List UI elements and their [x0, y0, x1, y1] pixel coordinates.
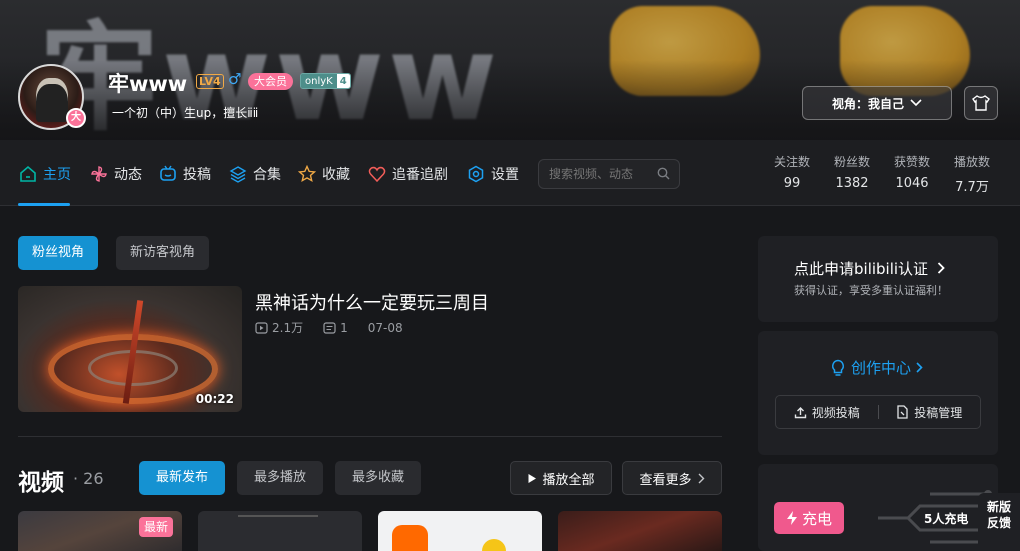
video-duration: 00:22 — [195, 392, 234, 406]
stat-label: 关注数 — [773, 155, 810, 169]
new-badge: 最新 — [139, 517, 174, 537]
feedback-button[interactable]: 新版 反馈 — [978, 493, 1020, 551]
stat-value: 1046 — [895, 176, 929, 191]
charge-card: 充电 5人充电 — [758, 464, 998, 551]
play-all-label: 播放全部 — [542, 472, 595, 488]
tab-latest[interactable]: 最新发布 — [139, 461, 225, 495]
male-icon: ♂ — [228, 70, 242, 88]
xiaomi-logo — [392, 525, 428, 551]
featured-video-meta: 2.1万 1 07-08 — [255, 319, 403, 336]
home-icon — [20, 165, 36, 182]
pinwheel-icon — [91, 166, 107, 182]
stat-label: 粉丝数 — [833, 155, 870, 169]
comment-count: 1 — [340, 320, 348, 335]
settings-icon — [468, 165, 484, 183]
nav-item-label: 收藏 — [322, 167, 350, 183]
featured-video-thumbnail[interactable]: 00:22 — [18, 286, 242, 412]
level-badge[interactable]: LV4 — [196, 74, 224, 89]
tab-most-favorited[interactable]: 最多收藏 — [335, 461, 421, 495]
stat-value: 1382 — [835, 176, 869, 191]
medal-level: 4 — [336, 74, 350, 88]
creator-card: 创作中心 视频投稿 投稿管理 — [758, 331, 998, 455]
medal-name: onlyK — [301, 74, 337, 88]
star-icon — [298, 165, 316, 183]
stat-label: 播放数 — [953, 155, 990, 169]
nav-item-upload[interactable]: 投稿 — [159, 164, 211, 184]
avatar-vip-badge: 大 — [66, 108, 86, 128]
nav-item-collection[interactable]: 合集 — [229, 164, 281, 184]
creator-center-link[interactable]: 创作中心 — [830, 357, 923, 378]
chevron-right-icon — [916, 362, 923, 373]
vip-tag[interactable]: 大会员 — [248, 73, 293, 90]
avatar-figure — [36, 78, 68, 122]
videos-section-title[interactable]: 视频 — [18, 463, 64, 497]
video-card-thumbnail[interactable] — [198, 511, 362, 551]
nav-item-dynamic[interactable]: 动态 — [90, 164, 142, 184]
publish-date: 07-08 — [367, 320, 403, 335]
user-sign[interactable]: 一个初（中）生up，擅长ⅱⅱ — [112, 104, 258, 121]
nav-item-label: 投稿 — [183, 167, 211, 183]
nav-item-bangumi[interactable]: 追番追剧 — [368, 164, 448, 184]
stat-plays: 播放数 7.7万 — [942, 153, 1002, 195]
divider — [18, 436, 722, 437]
chevron-down-icon — [910, 99, 922, 107]
theme-button[interactable] — [964, 86, 998, 120]
visitor-view-tab[interactable]: 新访客视角 — [116, 236, 210, 270]
lightbulb-icon — [832, 359, 844, 376]
play-all-button[interactable]: 播放全部 — [510, 461, 612, 495]
upload-icon — [794, 406, 806, 418]
featured-video-title[interactable]: 黑神话为什么一定要玩三周目 — [255, 289, 489, 315]
tab-most-played[interactable]: 最多播放 — [237, 461, 323, 495]
nav-item-label: 主页 — [43, 167, 71, 183]
nav-item-label: 动态 — [114, 167, 142, 183]
chevron-right-icon — [937, 262, 945, 274]
stat-followers[interactable]: 粉丝数 1382 — [822, 153, 882, 191]
search-icon[interactable] — [657, 167, 670, 180]
verify-card[interactable]: 点此申请bilibili认证 获得认证，享受多重认证福利！ — [758, 236, 998, 322]
play-icon — [528, 473, 537, 483]
stat-value: 99 — [783, 176, 801, 191]
tv-icon — [160, 165, 176, 181]
stat-value: 7.7万 — [955, 180, 989, 195]
nav-item-settings[interactable]: 设置 — [467, 164, 519, 184]
comment-icon — [323, 321, 336, 334]
user-name: 牢www — [108, 72, 188, 96]
creator-center-label: 创作中心 — [851, 359, 912, 377]
fan-medal[interactable]: onlyK 4 — [300, 73, 351, 89]
fan-view-tab[interactable]: 粉丝视角 — [18, 236, 99, 270]
heart-icon — [368, 166, 386, 183]
upload-video-button[interactable]: 视频投稿 — [776, 404, 878, 421]
video-card-thumbnail[interactable] — [558, 511, 722, 551]
stat-label: 获赞数 — [893, 155, 930, 169]
view-perspective-label: 视角：我自己 — [831, 96, 904, 111]
nav-item-favorites[interactable]: 收藏 — [298, 164, 350, 184]
see-more-label: 查看更多 — [639, 472, 692, 488]
nav-bar: 主页 动态 投稿 合集 收藏 追番追剧 设置 关注数 99 粉丝数 1382 获… — [0, 140, 1020, 206]
play-count: 2.1万 — [272, 321, 304, 335]
stat-likes: 获赞数 1046 — [882, 153, 942, 191]
verify-subtitle: 获得认证，享受多重认证福利！ — [794, 284, 948, 297]
shirt-icon — [972, 95, 990, 111]
video-card-thumbnail[interactable] — [378, 511, 542, 551]
nav-item-label: 追番追剧 — [392, 167, 448, 183]
view-perspective-button[interactable]: 视角：我自己 — [802, 86, 952, 120]
creator-actions: 视频投稿 投稿管理 — [775, 395, 981, 429]
document-edit-icon — [897, 405, 908, 419]
verify-title: 点此申请bilibili认证 — [794, 258, 945, 279]
see-more-button[interactable]: 查看更多 — [622, 461, 722, 495]
nav-item-label: 设置 — [491, 167, 519, 183]
manage-uploads-button[interactable]: 投稿管理 — [879, 404, 981, 421]
lightning-icon — [786, 511, 797, 525]
chevron-right-icon — [698, 473, 704, 483]
nav-item-home[interactable]: 主页 — [19, 164, 71, 184]
layers-icon — [229, 166, 247, 183]
nav-active-indicator — [18, 203, 70, 206]
charge-button[interactable]: 充电 — [774, 502, 844, 534]
stat-following[interactable]: 关注数 99 — [762, 153, 822, 191]
nav-item-label: 合集 — [253, 167, 281, 183]
videos-count: · 26 — [73, 469, 104, 488]
play-count-icon — [255, 321, 268, 334]
charge-count: 5人充电 — [924, 512, 969, 526]
